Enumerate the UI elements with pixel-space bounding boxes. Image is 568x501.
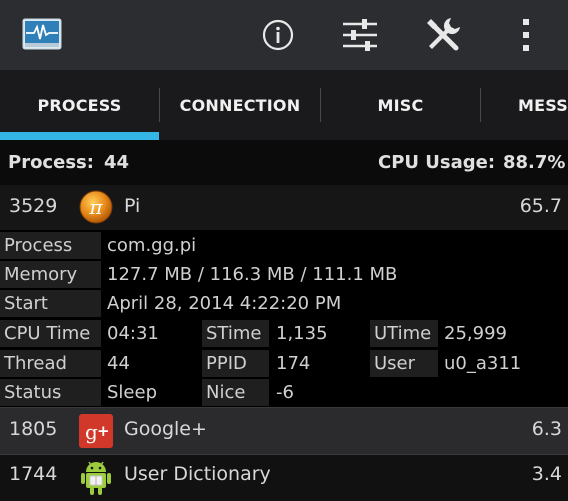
process-cpu: 6.3 — [531, 418, 562, 440]
detail-utime-value: 25,999 — [444, 323, 507, 344]
process-row[interactable]: 1744 User Dictionary 3.4 — [0, 455, 568, 501]
detail-ppid-label: PPID — [202, 350, 269, 377]
process-name: Google+ — [124, 418, 207, 440]
detail-start-value: April 28, 2014 4:22:20 PM — [107, 293, 342, 314]
pulse-monitor-icon[interactable] — [22, 18, 62, 50]
detail-memory-value: 127.7 MB / 116.3 MB / 111.1 MB — [107, 264, 398, 285]
tools-icon[interactable] — [423, 15, 463, 55]
process-details: Process com.gg.pi Memory 127.7 MB / 116.… — [0, 230, 568, 407]
cpu-usage-label: CPU Usage: — [378, 152, 496, 173]
detail-cputime-label: CPU Time — [0, 320, 101, 347]
tab-bar: PROCESS CONNECTION MISC MESS — [0, 70, 568, 140]
detail-thread-value: 44 — [107, 353, 130, 374]
detail-status-label: Status — [0, 379, 101, 406]
detail-user-value: u0_a311 — [444, 353, 522, 374]
pi-app-icon: π — [79, 190, 113, 224]
svg-text:π: π — [88, 195, 103, 219]
process-row[interactable]: 3529 π Pi 65.7 — [0, 185, 568, 230]
svg-text:+: + — [97, 422, 110, 440]
detail-process-value: com.gg.pi — [107, 235, 197, 256]
tab-messages[interactable]: MESS — [481, 70, 568, 140]
process-name: User Dictionary — [124, 463, 271, 485]
detail-stime-label: STime — [202, 320, 269, 347]
selected-tab-indicator — [0, 132, 159, 140]
detail-process-label: Process — [0, 232, 101, 259]
summary-bar: Process: 44 CPU Usage: 88.7% — [0, 140, 568, 185]
detail-memory-label: Memory — [0, 261, 101, 288]
info-icon[interactable] — [258, 15, 298, 55]
process-pid: 1805 — [9, 418, 58, 440]
google-plus-icon: g + — [79, 414, 113, 448]
sliders-icon[interactable] — [340, 15, 380, 55]
overflow-menu-icon[interactable] — [506, 15, 546, 55]
android-icon — [79, 459, 113, 495]
process-pid: 3529 — [9, 195, 58, 217]
process-cpu: 3.4 — [531, 463, 562, 485]
detail-stime-value: 1,135 — [276, 323, 328, 344]
tab-misc[interactable]: MISC — [321, 70, 480, 140]
detail-utime-label: UTime — [370, 320, 438, 347]
detail-status-value: Sleep — [107, 382, 158, 403]
detail-cputime-value: 04:31 — [107, 323, 159, 344]
process-pid: 1744 — [9, 463, 58, 485]
detail-start-label: Start — [0, 290, 101, 317]
detail-thread-label: Thread — [0, 350, 101, 377]
tab-process[interactable]: PROCESS — [0, 70, 159, 140]
tab-connection[interactable]: CONNECTION — [160, 70, 320, 140]
detail-user-label: User — [370, 350, 438, 377]
process-name: Pi — [124, 195, 141, 217]
process-cpu: 65.7 — [519, 195, 562, 217]
action-bar — [0, 0, 568, 70]
detail-nice-label: Nice — [202, 379, 269, 406]
process-count-value: 44 — [104, 152, 130, 173]
process-row[interactable]: 1805 g + Google+ 6.3 — [0, 408, 568, 454]
detail-ppid-value: 174 — [276, 353, 311, 374]
detail-nice-value: -6 — [276, 382, 294, 403]
cpu-usage-value: 88.7% — [503, 152, 566, 173]
process-count-label: Process: — [8, 152, 94, 173]
